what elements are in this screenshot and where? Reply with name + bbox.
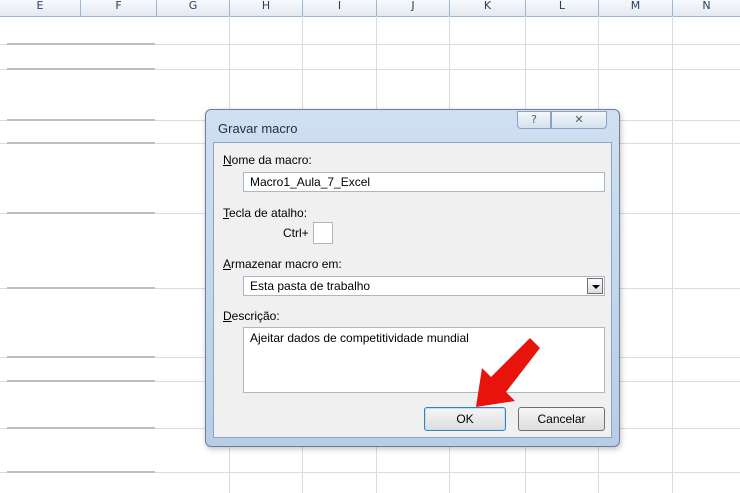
store-macro-value: Esta pasta de trabalho: [250, 279, 371, 293]
column-header-j[interactable]: J: [377, 0, 450, 16]
shortcut-key-input[interactable]: [313, 222, 333, 244]
cell-border: [7, 119, 155, 121]
cell-border: [7, 142, 155, 144]
shortcut-key-label: Tecla de atalho:: [223, 206, 308, 220]
column-header-n[interactable]: N: [673, 0, 740, 16]
close-icon: ✕: [574, 113, 584, 126]
macro-name-input[interactable]: Macro1_Aula_7_Excel: [243, 172, 605, 192]
help-button[interactable]: ?: [517, 111, 551, 129]
column-header-e[interactable]: E: [0, 0, 81, 16]
cell-border: [7, 471, 155, 473]
dialog-title: Gravar macro: [218, 121, 298, 136]
column-header-g[interactable]: G: [157, 0, 230, 16]
store-macro-label: Armazenar macro em:: [223, 257, 342, 271]
cell-border: [7, 68, 155, 70]
cell-border: [7, 380, 155, 382]
record-macro-dialog: Gravar macro ? ✕ Nome da macro: Macro1_A…: [205, 109, 620, 447]
chevron-down-icon[interactable]: [587, 278, 603, 294]
column-header-h[interactable]: H: [230, 0, 303, 16]
dialog-body: Nome da macro: Macro1_Aula_7_Excel Tecla…: [213, 142, 612, 438]
description-textarea[interactable]: Ajeitar dados de competitividade mundial: [243, 327, 605, 393]
column-header-i[interactable]: I: [303, 0, 377, 16]
cell-border: [7, 427, 155, 429]
column-header-f[interactable]: F: [81, 0, 157, 16]
description-label: Descrição:: [223, 309, 280, 323]
column-header-k[interactable]: K: [450, 0, 526, 16]
cell-border: [7, 287, 155, 289]
column-header-m[interactable]: M: [599, 0, 673, 16]
close-button[interactable]: ✕: [551, 111, 607, 129]
macro-name-label: Nome da macro:: [223, 153, 312, 167]
red-arrow-icon: [476, 338, 540, 407]
cell-border: [7, 43, 155, 45]
column-header-l[interactable]: L: [526, 0, 599, 16]
help-icon: ?: [531, 113, 537, 126]
ctrl-prefix-label: Ctrl+: [283, 226, 309, 240]
cell-border: [7, 356, 155, 358]
column-header-row: E F G H I J K L M N: [0, 0, 740, 17]
cell-border: [7, 212, 155, 214]
store-macro-select[interactable]: Esta pasta de trabalho: [243, 276, 605, 296]
grid-line: [672, 16, 673, 493]
